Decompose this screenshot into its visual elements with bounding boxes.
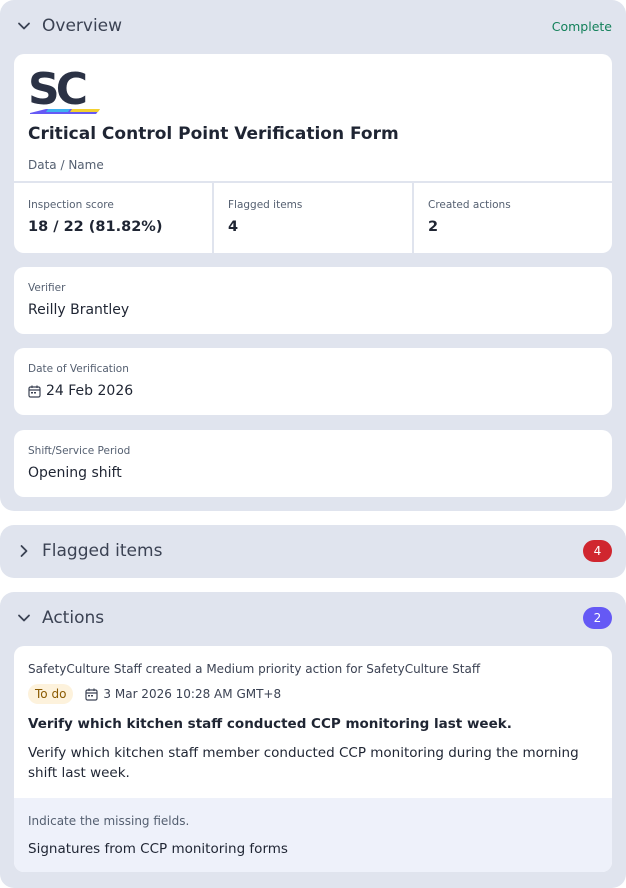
- field-label: Shift/Service Period: [28, 445, 131, 457]
- chevron-right-icon: [16, 543, 32, 559]
- field-value: 24 Feb 2026: [46, 383, 134, 399]
- actions-header[interactable]: Actions 2: [0, 592, 626, 644]
- stat-label: Flagged items: [228, 199, 303, 211]
- field-value: Reilly Brantley: [28, 302, 130, 318]
- form-subtitle: Data / Name: [28, 158, 104, 172]
- actions-section: Actions 2 SafetyCulture Staff created a …: [0, 592, 626, 888]
- action-description: Verify which kitchen staff member conduc…: [28, 745, 579, 781]
- form-title: Critical Control Point Verification Form: [28, 124, 399, 144]
- calendar-icon: [28, 385, 41, 398]
- safetyculture-logo: SC: [28, 64, 104, 118]
- missing-fields-value: Signatures from CCP monitoring forms: [28, 841, 288, 857]
- action-card[interactable]: SafetyCulture Staff created a Medium pri…: [14, 646, 612, 872]
- overview-section: Overview Complete SC Critical Control Po…: [0, 0, 626, 511]
- field-value: Opening shift: [28, 465, 122, 481]
- flagged-items-section: Flagged items 4: [0, 525, 626, 578]
- field-label: Date of Verification: [28, 363, 129, 375]
- overview-header[interactable]: Overview Complete: [0, 0, 626, 52]
- action-due-date: 3 Mar 2026 10:28 AM GMT+8: [103, 687, 282, 701]
- flagged-items-header[interactable]: Flagged items 4: [0, 525, 626, 577]
- flagged-count-badge: 4: [583, 540, 612, 562]
- stat-value: 2: [428, 219, 439, 235]
- stat-flagged-items: Flagged items 4: [212, 183, 412, 253]
- field-date-of-verification: Date of Verification 24 Feb 2026: [14, 348, 612, 415]
- actions-title: Actions: [42, 608, 105, 628]
- stats-row: Inspection score 18 / 22 (81.82%) Flagge…: [14, 181, 612, 253]
- flagged-items-title: Flagged items: [42, 541, 163, 561]
- form-summary-card: SC Critical Control Point Verification F…: [14, 54, 612, 253]
- svg-text:SC: SC: [28, 66, 86, 115]
- stat-label: Inspection score: [28, 199, 114, 211]
- status-badge: Complete: [551, 18, 612, 34]
- field-shift-service-period: Shift/Service Period Opening shift: [14, 430, 612, 497]
- action-title: Verify which kitchen staff conducted CCP…: [28, 716, 512, 732]
- stat-created-actions: Created actions 2: [412, 183, 612, 253]
- stat-value: 18 / 22 (81.82%): [28, 219, 163, 235]
- missing-fields-panel: Indicate the missing fields. Signatures …: [14, 798, 612, 872]
- overview-title: Overview: [42, 16, 123, 36]
- missing-fields-label: Indicate the missing fields.: [28, 814, 190, 828]
- field-label: Verifier: [28, 282, 66, 294]
- chevron-down-icon: [16, 610, 32, 626]
- field-verifier: Verifier Reilly Brantley: [14, 267, 612, 334]
- stat-inspection-score: Inspection score 18 / 22 (81.82%): [14, 183, 212, 253]
- stat-value: 4: [228, 219, 239, 235]
- actions-count-badge: 2: [583, 607, 612, 629]
- stat-label: Created actions: [428, 199, 511, 211]
- chevron-down-icon: [16, 18, 32, 34]
- calendar-icon: [85, 688, 99, 701]
- action-status-badge: To do: [28, 684, 74, 704]
- action-meta: SafetyCulture Staff created a Medium pri…: [28, 662, 481, 676]
